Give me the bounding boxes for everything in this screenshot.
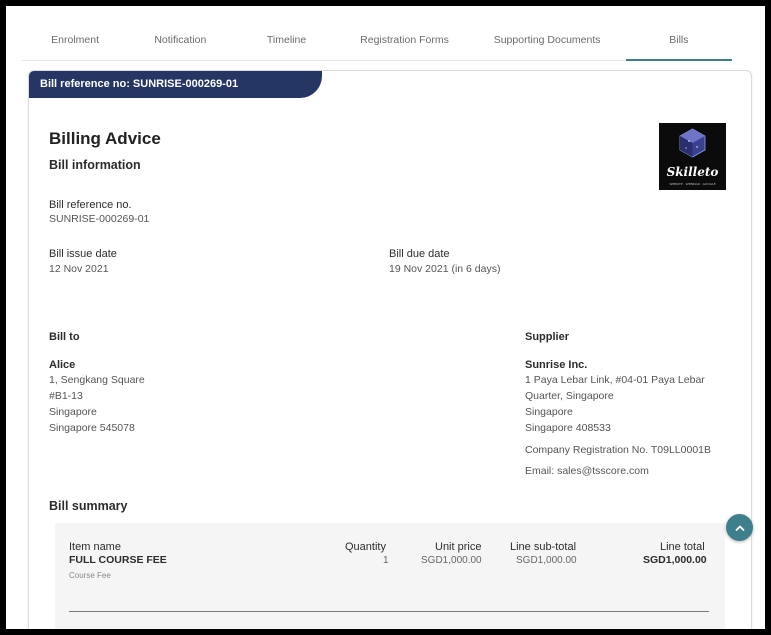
col-header-quantity: Quantity <box>345 541 386 553</box>
row-line-total: SGD1,000.00 <box>643 554 707 566</box>
bill-summary-heading: Bill summary <box>49 499 128 513</box>
col-header-line-subtotal: Line sub-total <box>510 541 577 553</box>
svg-text:WEBSITE · WEBINAR · GOOGLE: WEBSITE · WEBINAR · GOOGLE <box>669 182 715 186</box>
row-quantity: 1 <box>383 555 389 566</box>
bill-issue-date-label: Bill issue date <box>49 248 117 260</box>
address-line: 1, Sengkang Square <box>49 374 145 386</box>
bill-issue-date-value: 12 Nov 2021 <box>49 263 109 275</box>
address-line: Quarter, Singapore <box>525 390 614 402</box>
col-header-line-total: Line total <box>660 541 705 553</box>
address-line: Singapore <box>525 406 573 418</box>
company-logo: Skilleto WEBSITE · WEBINAR · GOOGLE <box>659 123 726 190</box>
supplier-heading: Supplier <box>525 331 570 343</box>
bill-due-date-value: 19 Nov 2021 (in 6 days) <box>389 263 501 275</box>
summary-divider <box>69 611 709 612</box>
bill-to-address: 1, Sengkang Square #B1-13 Singapore Sing… <box>49 372 145 436</box>
bill-ref-value: SUNRISE-000269-01 <box>49 213 150 225</box>
scroll-to-top-button[interactable] <box>726 514 753 541</box>
address-line: Singapore 545078 <box>49 422 135 434</box>
tab-timeline[interactable]: Timeline <box>232 26 340 60</box>
bill-card: Bill reference no: SUNRISE-000269-01 Ski… <box>28 70 752 629</box>
bill-ref-label: Bill reference no. <box>49 199 132 211</box>
tab-bar: Enrolment Notification Timeline Registra… <box>22 26 733 61</box>
tab-notification[interactable]: Notification <box>128 26 232 60</box>
bill-due-date-label: Bill due date <box>389 248 450 260</box>
row-item-name: FULL COURSE FEE <box>69 554 167 566</box>
bill-summary-table: Item name Quantity Unit price Line sub-t… <box>55 523 725 629</box>
supplier-email: Email: sales@tsscore.com <box>525 465 649 477</box>
address-line: 1 Paya Lebar Link, #04-01 Paya Lebar <box>525 374 705 386</box>
supplier-address: 1 Paya Lebar Link, #04-01 Paya Lebar Qua… <box>525 372 705 436</box>
tab-registration-forms[interactable]: Registration Forms <box>341 26 469 60</box>
bill-to-name: Alice <box>49 359 76 371</box>
window-frame: Enrolment Notification Timeline Registra… <box>0 0 771 635</box>
address-line: Singapore <box>49 406 97 418</box>
supplier-name: Sunrise Inc. <box>525 359 588 371</box>
bill-to-heading: Bill to <box>49 331 80 343</box>
cube-logo-icon: Skilleto WEBSITE · WEBINAR · GOOGLE <box>667 128 719 186</box>
tab-supporting-documents[interactable]: Supporting Documents <box>468 26 625 60</box>
chevron-up-icon <box>735 525 744 531</box>
bill-information-heading: Bill information <box>49 158 141 172</box>
col-header-item-name: Item name <box>69 541 121 553</box>
tab-bills[interactable]: Bills <box>625 26 733 61</box>
page-title: Billing Advice <box>49 129 161 148</box>
col-header-unit-price: Unit price <box>435 541 482 553</box>
row-unit-price: SGD1,000.00 <box>421 555 482 566</box>
supplier-registration-no: Company Registration No. T09LL0001B <box>525 444 712 456</box>
address-line: #B1-13 <box>49 390 83 402</box>
page: Enrolment Notification Timeline Registra… <box>12 12 765 629</box>
tab-enrolment[interactable]: Enrolment <box>22 26 128 60</box>
bill-reference-banner: Bill reference no: SUNRISE-000269-01 <box>29 71 322 98</box>
row-line-subtotal: SGD1,000.00 <box>516 555 577 566</box>
row-item-description: Course Fee <box>69 571 111 580</box>
svg-text:Skilleto: Skilleto <box>667 165 719 179</box>
address-line: Singapore 408533 <box>525 422 611 434</box>
